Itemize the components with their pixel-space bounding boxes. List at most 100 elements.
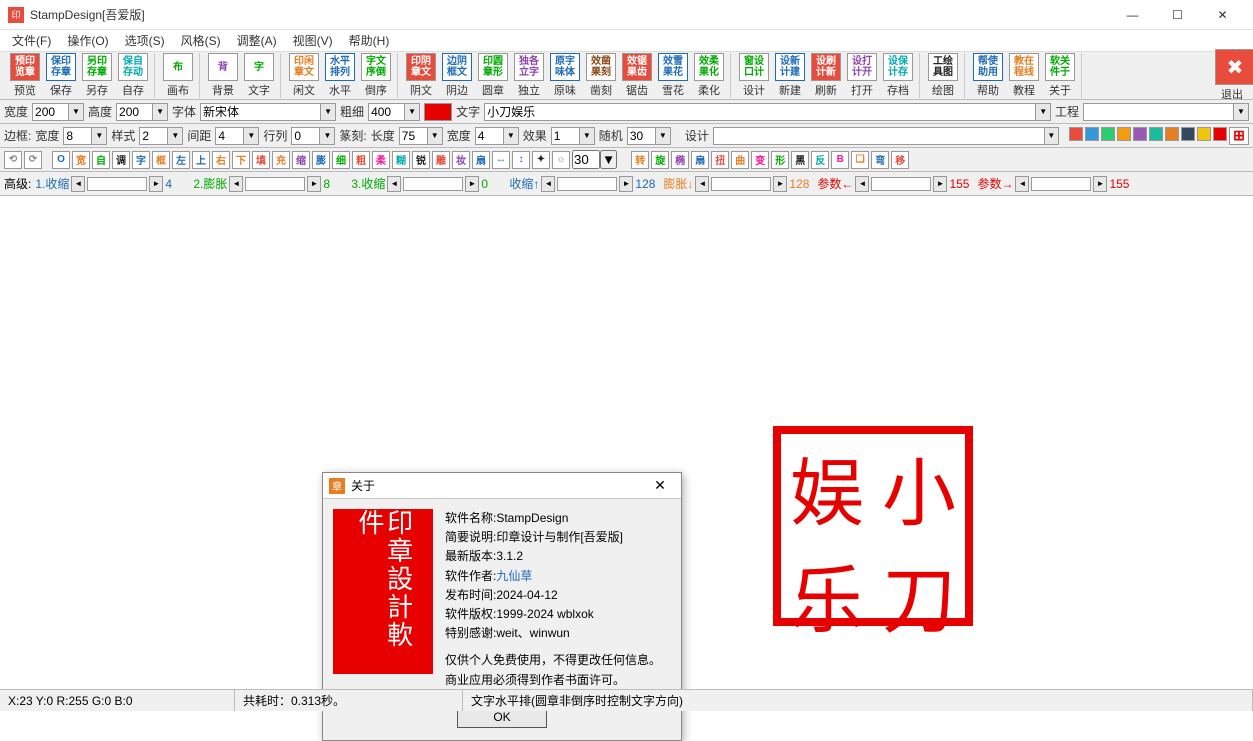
toolbar-button[interactable]: 工绘 具图绘图 (926, 53, 960, 98)
toolbar-button[interactable]: 设打 计开打开 (845, 53, 879, 98)
undo-redo-button[interactable]: ⟲ (4, 151, 22, 169)
toolbar-button[interactable]: 保印 存章保存 (44, 53, 78, 98)
design-input[interactable] (713, 127, 1044, 145)
tool-button[interactable]: 填 (252, 151, 270, 169)
tool-button[interactable]: 上 (192, 151, 210, 169)
toolbar-button[interactable]: 预印 览章预览 (8, 53, 42, 98)
toolbar-button[interactable]: 设刷 计新刷新 (809, 53, 843, 98)
tool-button[interactable]: 移 (891, 151, 909, 169)
project-input[interactable] (1083, 103, 1233, 121)
tool-button[interactable]: ↕ (512, 151, 530, 169)
border-width-input[interactable] (63, 127, 91, 145)
tool-button[interactable]: 左 (172, 151, 190, 169)
random-input[interactable] (627, 127, 655, 145)
tool-button[interactable]: 椭 (671, 151, 689, 169)
tool-button[interactable]: 充 (272, 151, 290, 169)
slider-s1[interactable]: 1.收缩◄►4 (35, 175, 189, 192)
slider-s6[interactable]: 参数←◄►155 (817, 175, 973, 192)
toolbar-button[interactable]: 另印 存章另存 (80, 53, 114, 98)
color-swatch[interactable] (1197, 127, 1211, 141)
tool-button[interactable]: 糊 (392, 151, 410, 169)
toolbar-button[interactable]: 字文字 (242, 53, 276, 98)
toolbar-button[interactable]: 边阴 框文阴边 (440, 53, 474, 98)
color-swatch[interactable] (1149, 127, 1163, 141)
undo-redo-button[interactable]: ⟳ (24, 151, 42, 169)
carve-width-input[interactable] (475, 127, 503, 145)
tool-button[interactable]: 变 (751, 151, 769, 169)
weight-dropdown[interactable]: ▼ (404, 103, 420, 121)
toolbar-button[interactable]: 效雪 果花雪花 (656, 53, 690, 98)
toolbar-button[interactable]: 效锯 果齿锯齿 (620, 53, 654, 98)
toolbar-button[interactable]: 原字 味体原味 (548, 53, 582, 98)
toolbar-button[interactable]: 印闲 章文闲文 (287, 53, 321, 98)
menu-item[interactable]: 视图(V) (285, 30, 341, 51)
tool-button[interactable]: 细 (332, 151, 350, 169)
slider-s7[interactable]: 参数→◄►155 (977, 175, 1133, 192)
width-input[interactable] (32, 103, 68, 121)
weight-input[interactable] (368, 103, 404, 121)
color-swatch[interactable] (1101, 127, 1115, 141)
tool-button[interactable]: 柔 (372, 151, 390, 169)
gap-input[interactable] (215, 127, 243, 145)
toolbar-button[interactable]: 布画布 (161, 53, 195, 98)
toolbar-button[interactable]: 设新 计建新建 (773, 53, 807, 98)
toolbar-button[interactable]: 效柔 果化柔化 (692, 53, 726, 98)
tool-button[interactable]: O (52, 151, 70, 169)
tool-button[interactable]: ✦ (532, 151, 550, 169)
project-dropdown[interactable]: ▼ (1233, 103, 1249, 121)
tool-button[interactable]: 反 (811, 151, 829, 169)
canvas-area[interactable]: 娱小乐刀 章 关于 ✕ 印章設計軟件 软件名称: StampDesign简要说明… (0, 196, 1253, 730)
width-dropdown[interactable]: ▼ (68, 103, 84, 121)
toolbar-button[interactable]: 独各 立字独立 (512, 53, 546, 98)
length-input[interactable] (399, 127, 427, 145)
color-picker[interactable] (424, 103, 452, 121)
tool-button[interactable]: 下 (232, 151, 250, 169)
tool-button[interactable]: 框 (152, 151, 170, 169)
height-dropdown[interactable]: ▼ (152, 103, 168, 121)
toolbar-button[interactable]: 保自 存动自存 (116, 53, 150, 98)
toolbar-button[interactable]: 水平 排列水平 (323, 53, 357, 98)
slider-s5[interactable]: 膨胀↓◄►128 (663, 175, 813, 192)
slider-s3[interactable]: 3.收缩◄►0 (351, 175, 505, 192)
font-dropdown[interactable]: ▼ (320, 103, 336, 121)
color-swatch[interactable] (1133, 127, 1147, 141)
tool-button[interactable]: ❑ (851, 151, 869, 169)
tool-button[interactable]: 自 (92, 151, 110, 169)
tool-button[interactable]: 黑 (791, 151, 809, 169)
toolbar-button[interactable]: 效凿 果刻凿刻 (584, 53, 618, 98)
toolbar-button[interactable]: 设保 计存存档 (881, 53, 915, 98)
toolbar-button[interactable]: 窗设 口计设计 (737, 53, 771, 98)
slider-s2[interactable]: 2.膨胀◄►8 (193, 175, 347, 192)
tool-button[interactable]: 扇 (472, 151, 490, 169)
close-button[interactable]: ✕ (1200, 0, 1245, 30)
menu-item[interactable]: 文件(F) (4, 30, 59, 51)
tool-button[interactable]: 曲 (731, 151, 749, 169)
effect-input[interactable] (551, 127, 579, 145)
text-input[interactable] (484, 103, 1035, 121)
tool-button[interactable]: 宽 (72, 151, 90, 169)
tool-button[interactable]: 旋 (651, 151, 669, 169)
tool-button[interactable]: 调 (112, 151, 130, 169)
text-dropdown[interactable]: ▼ (1035, 103, 1051, 121)
slider-s4[interactable]: 收缩↑◄►128 (509, 175, 659, 192)
color-swatch[interactable] (1069, 127, 1083, 141)
toolbar-button[interactable]: 教在 程线教程 (1007, 53, 1041, 98)
tool-button[interactable]: 雕 (432, 151, 450, 169)
angle-input[interactable] (572, 150, 600, 169)
toolbar-button[interactable]: 印阴 章文阴文 (404, 53, 438, 98)
tool-button[interactable]: ↔ (492, 151, 510, 169)
toolbar-button[interactable]: 背背景 (206, 53, 240, 98)
rowcol-input[interactable] (291, 127, 319, 145)
grid-icon[interactable]: ⊞ (1229, 127, 1249, 145)
menu-item[interactable]: 操作(O) (59, 30, 116, 51)
toolbar-button[interactable]: 软关 件于关于 (1043, 53, 1077, 98)
height-input[interactable] (116, 103, 152, 121)
toolbar-button[interactable]: 帮使 助用帮助 (971, 53, 1005, 98)
tool-button[interactable]: 扭 (711, 151, 729, 169)
color-swatch[interactable] (1085, 127, 1099, 141)
color-swatch[interactable] (1117, 127, 1131, 141)
color-swatch[interactable] (1165, 127, 1179, 141)
tool-button[interactable]: 膨 (312, 151, 330, 169)
tool-button[interactable]: 扇 (691, 151, 709, 169)
menu-item[interactable]: 选项(S) (117, 30, 173, 51)
